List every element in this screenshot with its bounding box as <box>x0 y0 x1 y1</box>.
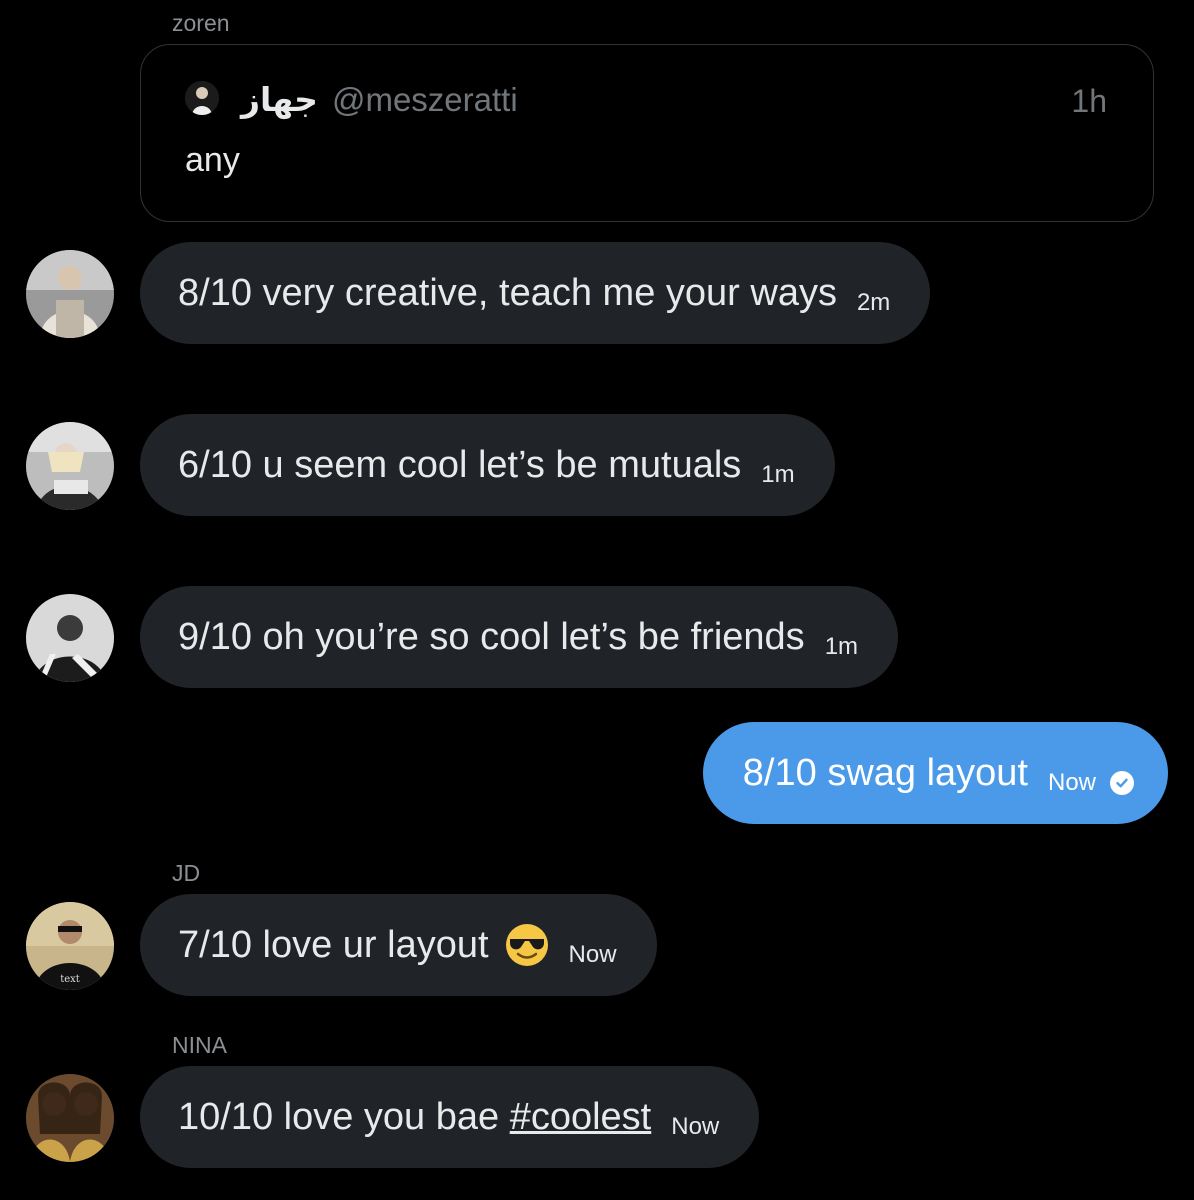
quoted-post-card[interactable]: جهاز @meszeratti 1h any <box>140 44 1154 222</box>
quoted-post-time: 1h <box>1071 83 1107 119</box>
sender-name-nina: NINA <box>172 1032 227 1058</box>
message-time: Now <box>568 941 617 968</box>
message-bubble[interactable]: 7/10 love ur layout Now <box>140 894 657 996</box>
message-bubble[interactable]: 8/10 very creative, teach me your ways 2… <box>140 242 931 344</box>
avatar[interactable]: text <box>26 902 114 990</box>
quoted-post-avatar <box>185 81 219 115</box>
message-bubble[interactable]: 10/10 love you bae #coolest Now <box>140 1066 760 1168</box>
hashtag-link[interactable]: #coolest <box>510 1096 652 1138</box>
avatar[interactable] <box>26 1074 114 1162</box>
message-text: 7/10 love ur layout <box>178 923 489 966</box>
quoted-post-text: any <box>185 141 240 179</box>
message-bubble[interactable]: 9/10 oh you’re so cool let’s be friends … <box>140 586 899 688</box>
quoted-post-handle: @meszeratti <box>331 81 518 118</box>
message-time: Now <box>1047 769 1096 796</box>
sunglasses-emoji-icon <box>505 923 549 967</box>
message-text: 8/10 swag layout <box>742 751 1028 794</box>
message-text: 8/10 very creative, teach me your ways <box>178 271 837 314</box>
message-bubble[interactable]: 6/10 u seem cool let’s be mutuals 1m <box>140 414 835 516</box>
message-text: 9/10 oh you’re so cool let’s be friends <box>178 615 805 658</box>
avatar[interactable] <box>26 422 114 510</box>
message-text-prefix: 10/10 love you bae <box>178 1095 510 1138</box>
svg-text:text: text <box>60 974 80 985</box>
sender-name-zoren: zoren <box>172 10 230 36</box>
message-time: Now <box>671 1113 720 1140</box>
message-time: 1m <box>761 461 795 488</box>
avatar[interactable] <box>26 594 114 682</box>
avatar[interactable] <box>26 250 114 338</box>
quoted-post-display-name: جهاز <box>241 81 318 118</box>
message-text: 10/10 love you bae #coolest <box>178 1096 651 1139</box>
message-text: 6/10 u seem cool let’s be mutuals <box>178 443 742 486</box>
message-time: 1m <box>824 633 859 660</box>
sent-message-bubble[interactable]: 8/10 swag layout Now <box>702 722 1168 824</box>
sender-name-jd: JD <box>172 860 201 886</box>
message-time: 2m <box>856 289 891 316</box>
read-check-icon <box>1110 771 1134 795</box>
